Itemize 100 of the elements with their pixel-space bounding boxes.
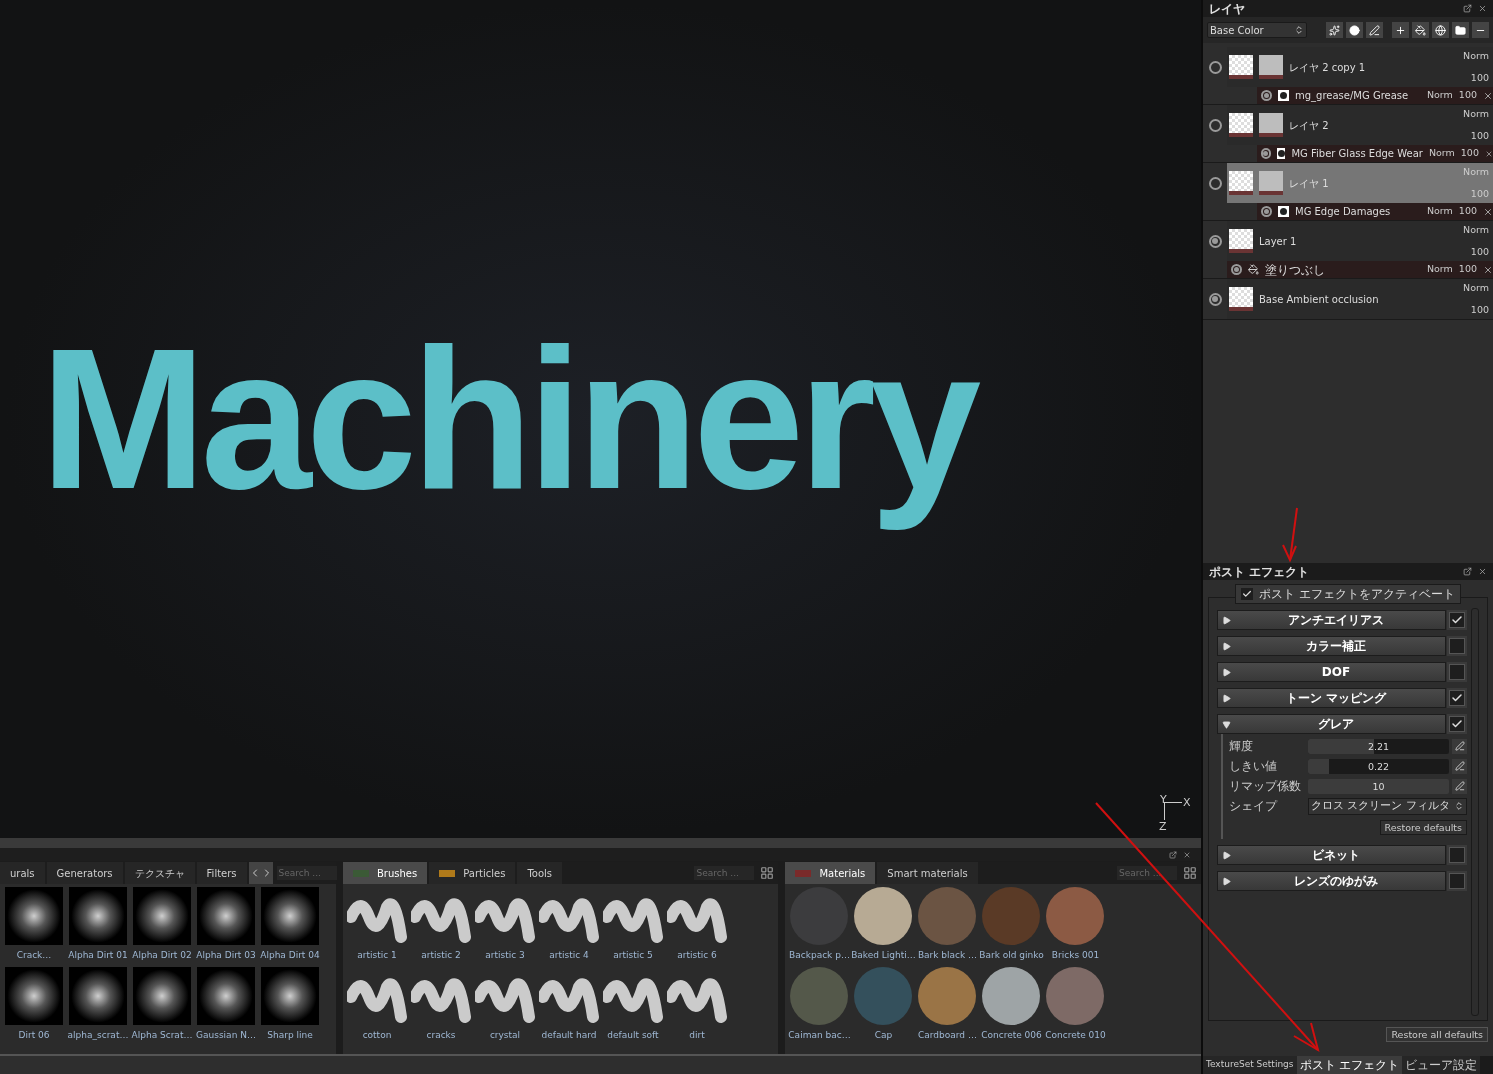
edit-button[interactable] bbox=[1452, 738, 1467, 754]
thumbnail-label: artistic 3 bbox=[485, 949, 525, 962]
pen-icon bbox=[1454, 761, 1465, 771]
thumbnail-label: Alpha Scrat… bbox=[131, 1028, 193, 1042]
search-field[interactable]: Search ... bbox=[694, 866, 755, 880]
layer-effect-row[interactable]: MG Edge Damages Norm 100 bbox=[1257, 203, 1493, 220]
activate-checkbox[interactable]: ポスト エフェクトをアクティベート bbox=[1235, 584, 1461, 604]
visibility-toggle[interactable] bbox=[1208, 292, 1222, 306]
slider-track[interactable]: 0.22 bbox=[1308, 758, 1449, 774]
shelf-tab[interactable]: Filters bbox=[196, 862, 247, 884]
visibility-toggle[interactable] bbox=[1261, 206, 1272, 217]
thumbnail-label: Dirt 06 bbox=[18, 1028, 50, 1042]
section-header[interactable]: カラー補正 bbox=[1217, 636, 1446, 656]
slider-track[interactable]: 2.21 bbox=[1308, 738, 1449, 754]
remove-icon[interactable] bbox=[1483, 206, 1493, 217]
layer-effect-row[interactable]: MG Fiber Glass Edge Wear Norm 100 bbox=[1257, 145, 1493, 162]
checkbox[interactable] bbox=[1449, 612, 1465, 628]
alpha-thumbnail bbox=[5, 966, 63, 1025]
shelf-tab[interactable]: Brushes bbox=[343, 862, 428, 884]
visibility-toggle[interactable] bbox=[1208, 234, 1222, 248]
blend-mode: Norm bbox=[1463, 281, 1489, 295]
annotation-arrow bbox=[1282, 507, 1298, 563]
section-header[interactable]: アンチエイリアス bbox=[1217, 610, 1446, 630]
grid-view-icon[interactable] bbox=[1183, 866, 1197, 880]
shelf-tab[interactable]: テクスチャ bbox=[124, 862, 195, 884]
mask-thumbnail bbox=[1259, 113, 1283, 137]
slider-value: 2.21 bbox=[1367, 740, 1390, 752]
restore-defaults-button[interactable]: Restore defaults bbox=[1379, 820, 1467, 835]
up-down-icon bbox=[1294, 25, 1304, 35]
checkbox[interactable] bbox=[1449, 873, 1465, 889]
shelf-tab[interactable]: Particles bbox=[429, 862, 516, 884]
paint-splat-button[interactable] bbox=[1326, 22, 1343, 38]
search-field[interactable]: Search ... bbox=[1117, 866, 1177, 880]
check-icon bbox=[1451, 692, 1463, 704]
thumbnail-label: Sharp line bbox=[267, 1028, 313, 1042]
blend-mode: Norm bbox=[1463, 223, 1489, 237]
visibility-toggle[interactable] bbox=[1208, 60, 1222, 74]
remove-icon[interactable] bbox=[1483, 264, 1493, 275]
visibility-toggle[interactable] bbox=[1208, 118, 1222, 132]
close-icon[interactable] bbox=[1183, 850, 1191, 859]
section-header[interactable]: DOF bbox=[1217, 662, 1446, 682]
thumbnail-label: cracks bbox=[426, 1028, 456, 1042]
thumbnail-label: default hard bbox=[541, 1028, 597, 1042]
panel-tab[interactable]: TextureSet Settings bbox=[1203, 1056, 1297, 1074]
layer-name: Layer 1 bbox=[1259, 234, 1298, 249]
thumbnail-label: Gaussian N… bbox=[196, 1028, 256, 1042]
alpha-thumbnail bbox=[197, 887, 255, 945]
shelf-tab[interactable]: urals bbox=[0, 862, 45, 884]
checkbox[interactable] bbox=[1449, 638, 1465, 654]
undock-icon[interactable] bbox=[1463, 4, 1472, 13]
sphere-button[interactable] bbox=[1432, 22, 1449, 38]
checkbox[interactable] bbox=[1449, 847, 1465, 863]
undock-icon[interactable] bbox=[1463, 567, 1472, 576]
alpha-thumbnail bbox=[261, 887, 319, 945]
search-field[interactable]: Search ... bbox=[276, 866, 337, 880]
section-header[interactable]: トーン マッピング bbox=[1217, 688, 1446, 708]
remove-button[interactable] bbox=[1472, 22, 1489, 38]
section-header[interactable]: ビネット bbox=[1217, 845, 1446, 865]
section-header[interactable]: レンズのゆがみ bbox=[1217, 871, 1446, 891]
checkbox[interactable] bbox=[1449, 716, 1465, 732]
checkbox[interactable] bbox=[1449, 664, 1465, 680]
close-icon[interactable] bbox=[1478, 4, 1487, 13]
visibility-toggle[interactable] bbox=[1231, 264, 1242, 275]
undock-icon[interactable] bbox=[1169, 850, 1177, 859]
visibility-toggle[interactable] bbox=[1208, 176, 1222, 190]
visibility-toggle[interactable] bbox=[1261, 148, 1271, 159]
layer-name: レイヤ 2 copy 1 bbox=[1289, 60, 1367, 75]
restore-all-defaults-button[interactable]: Restore all defaults bbox=[1386, 1027, 1488, 1042]
edit-button[interactable] bbox=[1452, 778, 1467, 794]
edit-button[interactable] bbox=[1452, 758, 1467, 774]
grid-view-icon[interactable] bbox=[760, 866, 775, 880]
plus-icon bbox=[1395, 24, 1406, 36]
shelf-tab[interactable]: Tools bbox=[517, 862, 563, 884]
folder-button[interactable] bbox=[1452, 22, 1469, 38]
add-button[interactable] bbox=[1392, 22, 1409, 38]
paint-bucket-button[interactable] bbox=[1412, 22, 1429, 38]
section-header[interactable]: グレア bbox=[1217, 714, 1446, 734]
opacity-value: 100 bbox=[1470, 128, 1489, 143]
close-icon[interactable] bbox=[1478, 567, 1487, 576]
parameter-label: 輝度 bbox=[1229, 738, 1254, 755]
blend-mode: Norm bbox=[1463, 165, 1489, 179]
channel-dropdown[interactable]: Base Color bbox=[1207, 22, 1307, 38]
layer-effect-row[interactable]: 塗りつぶし Norm 100 bbox=[1227, 261, 1493, 278]
layer-item[interactable]: レイヤ 1 Norm 100 bbox=[1227, 163, 1493, 203]
shelf-tab[interactable]: Smart materials bbox=[877, 862, 978, 884]
shape-dropdown[interactable]: クロス スクリーン フィルタ bbox=[1308, 797, 1467, 815]
slider-track[interactable]: 10 bbox=[1308, 778, 1449, 794]
remove-icon[interactable] bbox=[1483, 90, 1493, 101]
shelf-tab[interactable]: Materials bbox=[785, 862, 876, 884]
shelf-tab[interactable]: Generators bbox=[46, 862, 123, 884]
visibility-toggle[interactable] bbox=[1261, 90, 1272, 101]
circle-button[interactable] bbox=[1346, 22, 1363, 38]
pen-button[interactable] bbox=[1366, 22, 1383, 38]
thumbnail-label: crystal bbox=[489, 1028, 521, 1042]
layer-effect-row[interactable]: mg_grease/MG Grease Norm 100 bbox=[1257, 87, 1493, 104]
checkbox[interactable] bbox=[1449, 690, 1465, 706]
panel-tab[interactable]: ビューア設定 bbox=[1402, 1056, 1481, 1074]
opacity-value: 100 bbox=[1460, 146, 1479, 161]
panel-tab[interactable]: ポスト エフェクト bbox=[1296, 1056, 1403, 1074]
blend-mode: Norm bbox=[1463, 49, 1489, 63]
